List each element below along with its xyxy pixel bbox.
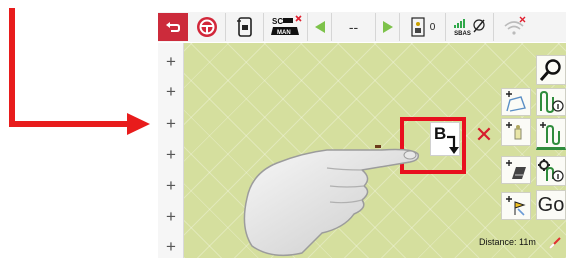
plus-button-7[interactable]: +: [158, 238, 184, 255]
plus-button-3[interactable]: +: [158, 115, 184, 132]
boundary-record-button[interactable]: [501, 88, 531, 116]
marker-plus-icon: [506, 122, 522, 140]
go-button[interactable]: Go: [536, 190, 566, 220]
arrow-right-icon: [382, 21, 393, 33]
distance-readout: Distance: 11m: [479, 237, 536, 247]
add-guidance-line-button[interactable]: [536, 118, 566, 150]
search-button[interactable]: [536, 55, 566, 85]
top-toolbar: SC MAN -- 0 SBAS: [158, 12, 566, 42]
plus-button-5[interactable]: +: [158, 177, 184, 194]
compass-icon: [549, 237, 561, 249]
svg-text:SC: SC: [272, 17, 283, 26]
offset-value: --: [332, 13, 376, 41]
back-arrow-icon: [166, 22, 180, 32]
guidance-info-button[interactable]: [536, 88, 566, 116]
sbas-label: SBAS: [454, 31, 471, 37]
phone-vehicle-icon: [236, 17, 252, 37]
sc-manual-button[interactable]: SC MAN: [264, 13, 308, 41]
steering-wheel-icon: [196, 17, 217, 37]
sc-manual-icon: SC MAN: [270, 15, 302, 36]
guidance-settings-button[interactable]: [536, 156, 566, 186]
add-marker-button[interactable]: [501, 118, 531, 146]
magnifier-icon: [539, 59, 561, 81]
wifi-off-icon: [504, 16, 526, 35]
implement-count-button[interactable]: 0: [400, 13, 446, 41]
shift-left-button[interactable]: [308, 13, 332, 41]
wifi-button[interactable]: [494, 13, 534, 41]
implement-count: 0: [429, 21, 436, 33]
app-screen: SC MAN -- 0 SBAS + + + + + + + Go B ✕ Di…: [0, 0, 566, 258]
svg-text:MAN: MAN: [277, 30, 291, 36]
pointing-hand-icon: [243, 148, 420, 257]
plus-button-4[interactable]: +: [158, 146, 184, 163]
guidance-pattern-icon: [540, 91, 564, 113]
gnss-status-button[interactable]: SBAS: [446, 13, 494, 41]
arrow-left-icon: [314, 21, 325, 33]
guidance-add-icon: [540, 122, 560, 145]
go-label: Go: [537, 193, 565, 216]
plus-button-6[interactable]: +: [158, 208, 184, 225]
add-obstacle-button[interactable]: [501, 156, 531, 184]
implement-status-icon: [411, 17, 425, 37]
auto-steer-button[interactable]: [188, 13, 226, 41]
boundary-icon: [506, 91, 526, 112]
plus-button-1[interactable]: +: [158, 53, 184, 70]
remote-phone-button[interactable]: [226, 13, 264, 41]
add-flag-button[interactable]: [501, 192, 531, 220]
cancel-ab-button[interactable]: ✕: [474, 124, 494, 146]
flag-plus-icon: [506, 196, 526, 216]
gear-guidance-icon: [538, 159, 564, 182]
back-button[interactable]: [158, 13, 188, 41]
shift-right-button[interactable]: [376, 13, 400, 41]
plus-button-2[interactable]: +: [158, 83, 184, 100]
obstacle-plus-icon: [506, 160, 526, 179]
left-zoom-column: + + + + + + +: [158, 43, 184, 258]
